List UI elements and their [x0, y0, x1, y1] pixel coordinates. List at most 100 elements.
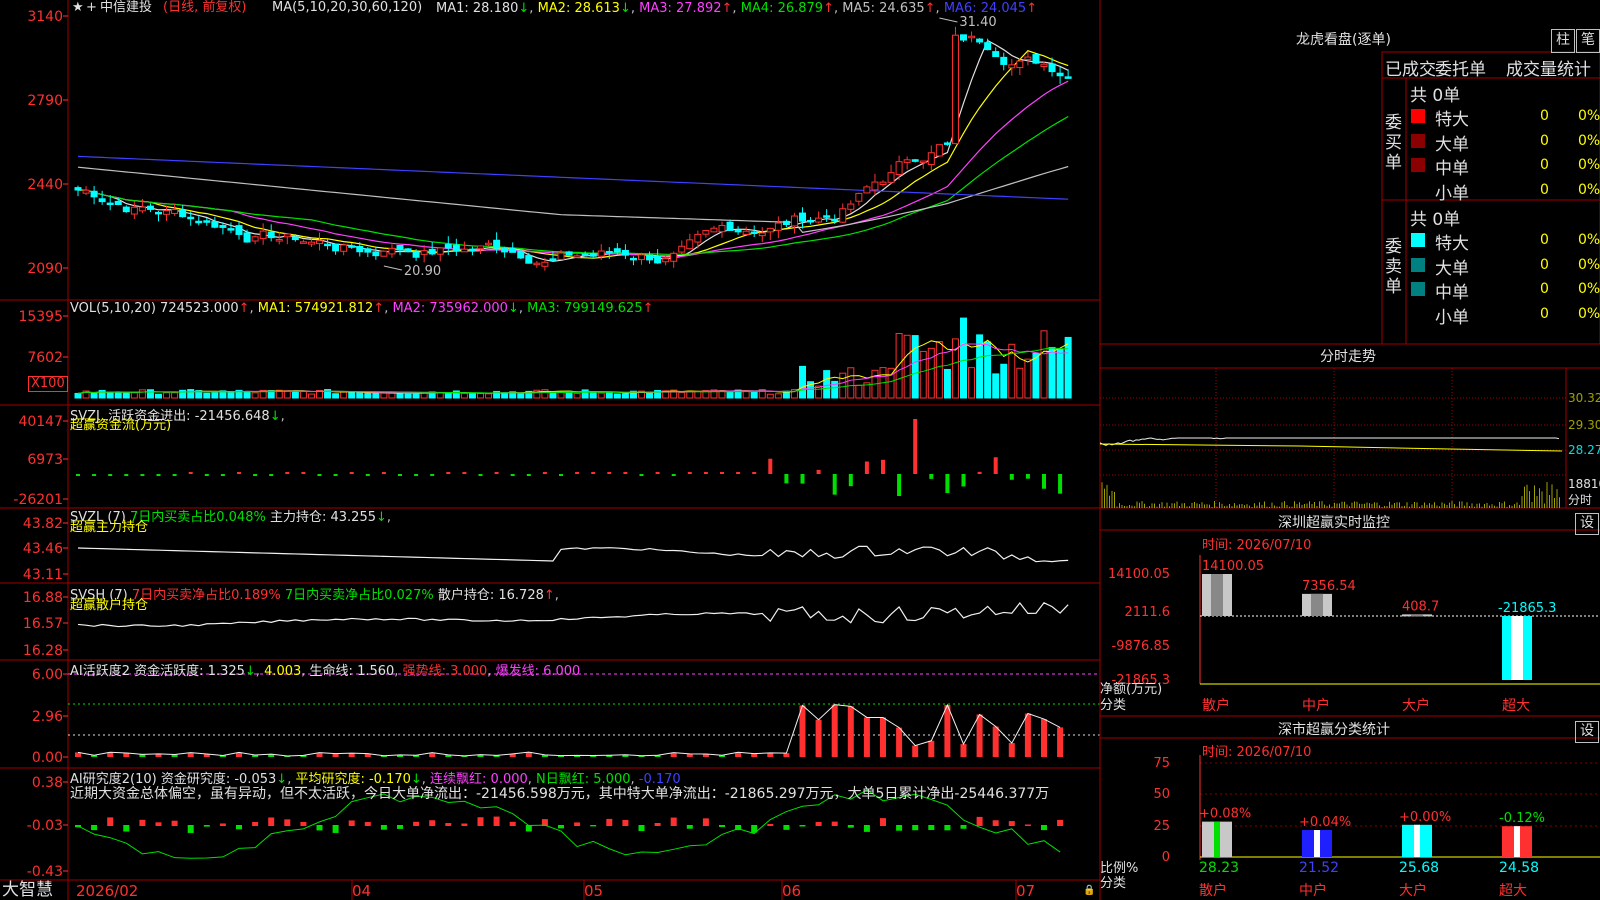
candle-body: [831, 218, 839, 222]
candle-body: [839, 208, 847, 223]
candle-body: [291, 236, 299, 241]
note-button[interactable]: 笔: [1576, 29, 1600, 53]
volume-bar: [911, 335, 919, 399]
volume-bar: [1048, 346, 1056, 399]
capital-flow-bar: [1025, 474, 1030, 479]
volume-bar: [935, 341, 943, 399]
cls-change-label: +0.08%: [1199, 807, 1251, 822]
ai2-tick: -0.03: [27, 818, 63, 834]
volume-bar: [243, 391, 251, 399]
research-bar: [252, 821, 259, 826]
vol-tick: 7602: [27, 350, 63, 366]
lock-icon[interactable]: 🔒: [1083, 884, 1095, 898]
candle-body: [742, 230, 750, 235]
capital-flow-bar: [832, 474, 837, 495]
candle-body: [605, 250, 613, 254]
candle-body: [629, 257, 637, 261]
intraday-title[interactable]: 分时走势: [1320, 350, 1376, 364]
activity-bar: [1008, 743, 1015, 757]
net-category-label: 大户: [1402, 697, 1430, 714]
candle-body: [903, 159, 911, 163]
ai2-header: AI研究度2(10) 资金研究度: -0.053↓, 平均研究度: -0.170…: [70, 772, 681, 787]
volume-bar: [114, 391, 122, 399]
capital-flow-bar: [204, 474, 209, 476]
research-bar: [1024, 824, 1031, 826]
research-bar: [236, 825, 242, 830]
tab-volume-stats[interactable]: 成交量统计: [1506, 55, 1591, 80]
order-count: 0: [1540, 281, 1549, 297]
volume-bar: [799, 365, 806, 399]
volume-bar: [1040, 330, 1048, 399]
candle-body: [573, 255, 581, 258]
candle-body: [879, 181, 887, 185]
order-size-color-icon: [1411, 158, 1425, 172]
research-bar: [783, 825, 790, 830]
volume-bar: [138, 389, 146, 399]
stock-chart-canvas[interactable]: 3140 2790 2440 2090 15395 7602 40147 6973 -26201…: [0, 0, 1600, 900]
capital-flow-bar: [784, 474, 789, 484]
capital-flow-bar: [510, 474, 515, 476]
vol-ma2: MA2: 735962.000↓: [392, 301, 519, 316]
research-bar: [1041, 825, 1047, 831]
dragon-tiger-title: 龙虎看盘(逐单): [1296, 32, 1391, 48]
volume-bar: [122, 392, 130, 399]
net-unit-label: 净额(万元): [1100, 682, 1163, 697]
volume-bar: [605, 391, 613, 399]
stock-name[interactable]: 中信建投: [100, 1, 152, 15]
activity-bar: [944, 705, 951, 757]
pillar-button[interactable]: 柱: [1551, 29, 1575, 53]
capital-flow-bar: [398, 474, 402, 476]
research-bar: [316, 825, 323, 831]
capital-flow-bar: [913, 419, 918, 474]
svzl-tick: 43.82: [23, 516, 63, 532]
candle-body: [332, 243, 340, 252]
candle-body: [219, 225, 227, 228]
cls-bar-shade: [1414, 824, 1420, 857]
capital-flow-bar: [494, 472, 499, 474]
candle-body: [267, 231, 275, 239]
candle-body: [589, 253, 597, 257]
volume-bar: [299, 390, 307, 399]
tab-orders[interactable]: 委托单: [1435, 55, 1486, 80]
chart-mode[interactable]: (日线, 前复权): [163, 1, 246, 15]
research-bar: [606, 818, 613, 826]
candle-body: [1048, 63, 1056, 73]
candle-body: [493, 239, 501, 249]
svzj-subtitle: 超赢资金流(万元): [70, 418, 172, 433]
candle-body: [847, 203, 855, 210]
favorite-star-icon[interactable]: ★: [72, 1, 84, 15]
candle-body: [992, 51, 1000, 58]
research-bar: [638, 825, 645, 832]
vol-unit: X100: [28, 376, 68, 392]
tab-traded[interactable]: 已成交: [1385, 55, 1436, 80]
candle-body: [1024, 56, 1032, 60]
research-bar: [493, 816, 500, 826]
candle-body: [1000, 56, 1008, 65]
ai1-header: AI活跃度2 资金活跃度: 1.325↓, 4.003, 生命线: 1.560,…: [70, 664, 581, 679]
add-icon[interactable]: +: [86, 1, 97, 15]
ma-header: MA(5,10,20,30,60,120): [272, 0, 423, 15]
volume-bar: [332, 393, 340, 399]
candle-body: [146, 205, 154, 210]
candle-body: [799, 212, 806, 222]
volume-bar: [372, 392, 380, 399]
candle-body: [138, 206, 146, 212]
ma-legend: MA1: 28.180↓, MA2: 28.613↓, MA3: 27.892↑…: [436, 1, 1038, 16]
capital-flow-bar: [172, 474, 177, 476]
activity-bar: [1024, 713, 1031, 757]
activity-bar: [831, 704, 838, 757]
capital-flow-bar: [768, 458, 773, 474]
research-bar: [831, 821, 838, 826]
candle-body: [171, 208, 179, 214]
volume-bar: [766, 393, 774, 399]
order-percent: 0%: [1578, 181, 1600, 198]
volume-bar: [960, 317, 967, 399]
research-bar: [107, 817, 114, 826]
candle-body: [927, 152, 935, 165]
capital-flow-bar: [881, 459, 885, 474]
cls-settings-button[interactable]: 设: [1575, 721, 1599, 743]
candle-body: [541, 261, 549, 267]
svzj-tick: 40147: [18, 414, 63, 430]
capital-flow-bar: [800, 474, 805, 484]
sz-settings-button[interactable]: 设: [1575, 513, 1599, 535]
